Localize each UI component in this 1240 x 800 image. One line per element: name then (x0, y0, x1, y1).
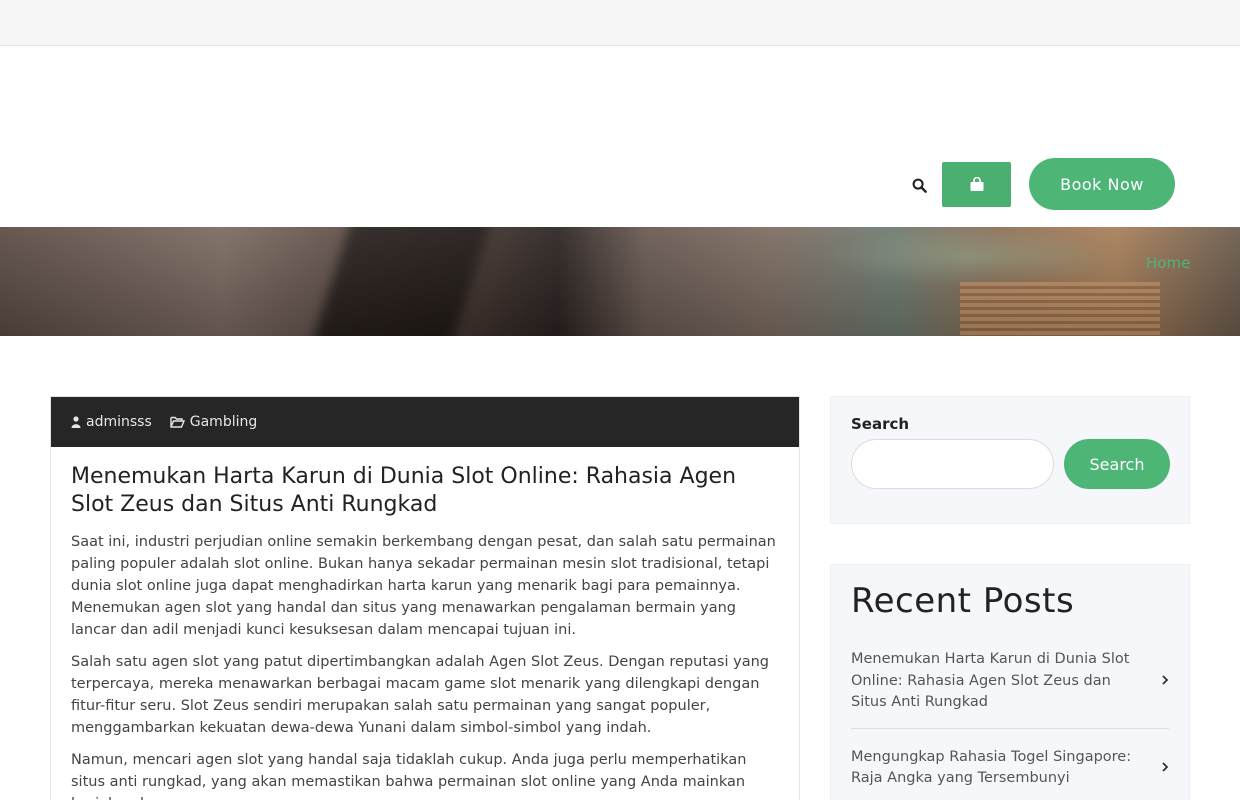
post-author[interactable]: adminsss (71, 414, 152, 430)
post-article: adminsss Gambling Menemukan Harta Karun … (50, 396, 800, 800)
search-widget-label: Search (851, 415, 910, 433)
sidebar-search-input[interactable] (851, 439, 1054, 489)
sidebar-search-button[interactable]: Search (1064, 439, 1170, 489)
recent-post-item[interactable]: Menemukan Harta Karun di Dunia Slot Onli… (851, 643, 1169, 729)
top-bar (0, 0, 1240, 46)
folder-open-icon (170, 416, 185, 428)
recent-post-item[interactable]: Mengungkap Rahasia Togel Singapore: Raja… (851, 741, 1169, 800)
post-meta-bar: adminsss Gambling (51, 397, 799, 447)
recent-post-title[interactable]: Menemukan Harta Karun di Dunia Slot Onli… (851, 649, 1151, 714)
post-body: Saat ini, industri perjudian online sema… (71, 531, 779, 800)
post-author-name: adminsss (86, 414, 152, 430)
post-paragraph: Saat ini, industri perjudian online sema… (71, 534, 776, 638)
hero-banner (0, 227, 1240, 336)
recent-post-title[interactable]: Mengungkap Rahasia Togel Singapore: Raja… (851, 747, 1151, 790)
recent-posts-widget: Recent Posts Menemukan Harta Karun di Du… (830, 564, 1190, 800)
chevron-right-icon (1161, 761, 1169, 775)
chevron-right-icon (1161, 674, 1169, 688)
search-toggle-button[interactable] (906, 173, 932, 197)
post-category[interactable]: Gambling (170, 414, 258, 430)
book-now-button[interactable]: Book Now (1029, 158, 1175, 210)
cart-button[interactable] (942, 162, 1011, 207)
user-icon (71, 416, 81, 428)
sidebar-search-widget: Search Search (830, 396, 1190, 524)
banner-overlay (0, 227, 1240, 336)
shopping-bag-icon (970, 177, 983, 191)
post-paragraph: Salah satu agen slot yang patut dipertim… (71, 654, 769, 736)
recent-posts-list: Menemukan Harta Karun di Dunia Slot Onli… (851, 643, 1169, 800)
post-paragraph: Namun, mencari agen slot yang handal saj… (71, 752, 747, 800)
recent-posts-heading: Recent Posts (851, 581, 1075, 621)
post-title: Menemukan Harta Karun di Dunia Slot Onli… (71, 464, 737, 517)
breadcrumb-home-link[interactable]: Home (1146, 254, 1190, 272)
post-category-name: Gambling (189, 414, 258, 430)
search-icon (912, 178, 927, 193)
